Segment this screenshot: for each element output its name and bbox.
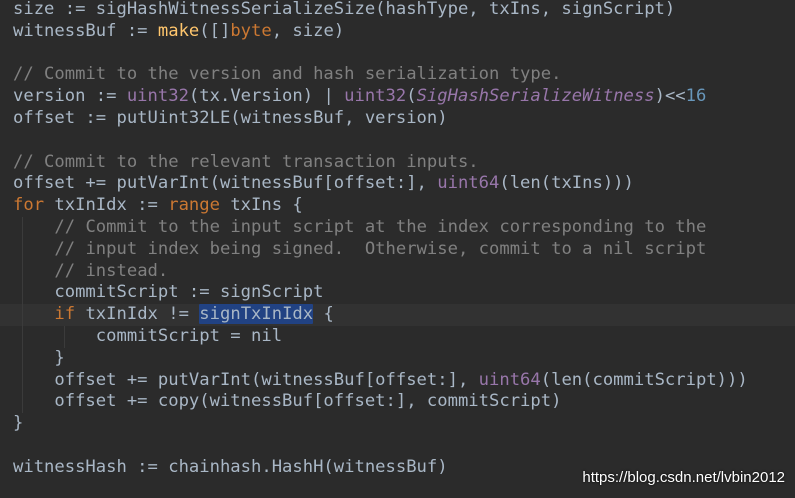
code-token: for bbox=[13, 195, 45, 216]
code-token: (len(txIns))) bbox=[499, 173, 634, 194]
code-token: } bbox=[13, 347, 65, 368]
code-token: uint32 bbox=[126, 86, 189, 107]
code-area[interactable]: size := sigHashWitnessSerializeSize(hash… bbox=[0, 0, 795, 479]
code-token: (tx.Version) | bbox=[188, 86, 345, 107]
code-token: if bbox=[54, 304, 76, 325]
code-comment: // Commit to the version and hash serial… bbox=[13, 64, 562, 85]
code-comment: // Commit to the relevant transaction in… bbox=[13, 151, 479, 172]
code-token: uint64 bbox=[437, 173, 500, 194]
code-line[interactable]: // Commit to the relevant transaction in… bbox=[0, 152, 795, 174]
code-comment: // Commit to the input script at the ind… bbox=[54, 216, 707, 237]
code-token: )<< bbox=[654, 86, 686, 107]
watermark: https://blog.csdn.net/lvbin2012 bbox=[582, 469, 785, 486]
indent-guide bbox=[22, 325, 23, 348]
code-token: size := sigHashWitnessSerializeSize(hash… bbox=[13, 0, 676, 19]
code-token: offset += putVarInt(witnessBuf[offset:], bbox=[13, 369, 479, 390]
indent-guide bbox=[22, 216, 23, 239]
code-line[interactable]: // Commit to the input script at the ind… bbox=[0, 216, 795, 239]
code-comment: // instead. bbox=[54, 260, 169, 281]
code-token: byte bbox=[230, 20, 272, 41]
code-line[interactable]: commitScript = nil bbox=[0, 325, 795, 348]
code-token: txInIdx != bbox=[75, 304, 200, 325]
code-token: commitScript = nil bbox=[13, 325, 283, 346]
code-line[interactable]: } bbox=[0, 413, 795, 435]
indent-guide bbox=[22, 260, 23, 283]
code-line[interactable]: // instead. bbox=[0, 260, 795, 283]
code-line[interactable] bbox=[0, 435, 795, 457]
indent-guide bbox=[22, 369, 23, 392]
code-token: ([] bbox=[199, 20, 231, 41]
code-token: 16 bbox=[685, 86, 707, 107]
code-line[interactable]: version := uint32(tx.Version) | uint32(S… bbox=[0, 86, 795, 108]
code-line[interactable]: witnessBuf := make([]byte, size) bbox=[0, 21, 795, 43]
code-token: , size) bbox=[271, 20, 345, 41]
code-line[interactable]: for txInIdx := range txIns { bbox=[0, 195, 795, 217]
code-token: offset += copy(witnessBuf[offset:], comm… bbox=[13, 391, 562, 412]
code-line[interactable]: offset += putVarInt(witnessBuf[offset:],… bbox=[0, 173, 795, 195]
code-token: offset := putUint32LE(witnessBuf, versio… bbox=[13, 107, 448, 128]
code-line[interactable]: offset := putUint32LE(witnessBuf, versio… bbox=[0, 108, 795, 130]
code-token: txIns { bbox=[219, 195, 303, 216]
code-token: (len(commitScript))) bbox=[540, 369, 748, 390]
code-token: offset += putVarInt(witnessBuf[offset:], bbox=[13, 173, 438, 194]
code-token: commitScript := signScript bbox=[13, 282, 324, 303]
code-editor[interactable]: size := sigHashWitnessSerializeSize(hash… bbox=[0, 0, 795, 498]
code-line[interactable]: // Commit to the version and hash serial… bbox=[0, 64, 795, 86]
indent-guide bbox=[22, 282, 23, 305]
code-token: uint64 bbox=[478, 369, 541, 390]
indent-guide bbox=[22, 238, 23, 261]
code-line[interactable]: size := sigHashWitnessSerializeSize(hash… bbox=[0, 0, 795, 21]
code-line[interactable]: offset += putVarInt(witnessBuf[offset:],… bbox=[0, 369, 795, 392]
code-line[interactable]: offset += copy(witnessBuf[offset:], comm… bbox=[0, 391, 795, 414]
code-token: ( bbox=[406, 86, 417, 107]
code-comment: // input index being signed. Otherwise, … bbox=[54, 238, 707, 259]
code-line[interactable]: commitScript := signScript bbox=[0, 282, 795, 305]
code-line[interactable] bbox=[0, 43, 795, 65]
code-token: uint32 bbox=[344, 86, 407, 107]
code-token: { bbox=[313, 304, 334, 325]
highlighted-symbol: signTxInIdx bbox=[199, 304, 314, 325]
code-token: version := bbox=[13, 86, 127, 107]
code-line[interactable]: // input index being signed. Otherwise, … bbox=[0, 238, 795, 261]
code-token: witnessBuf := bbox=[13, 20, 158, 41]
indent-guide bbox=[64, 325, 65, 348]
code-token: SigHashSerializeWitness bbox=[416, 86, 655, 107]
code-line[interactable] bbox=[0, 130, 795, 152]
indent-guide bbox=[22, 391, 23, 414]
code-token: make bbox=[157, 20, 200, 41]
code-token: } bbox=[13, 413, 24, 434]
indent-guide bbox=[22, 304, 23, 326]
code-line[interactable]: if txInIdx != signTxInIdx { bbox=[0, 304, 795, 326]
code-line[interactable]: } bbox=[0, 347, 795, 370]
code-token: range bbox=[168, 195, 220, 216]
code-token: witnessHash := chainhash.HashH(witnessBu… bbox=[13, 456, 448, 477]
code-token: txInIdx := bbox=[44, 195, 169, 216]
indent-guide bbox=[22, 347, 23, 370]
